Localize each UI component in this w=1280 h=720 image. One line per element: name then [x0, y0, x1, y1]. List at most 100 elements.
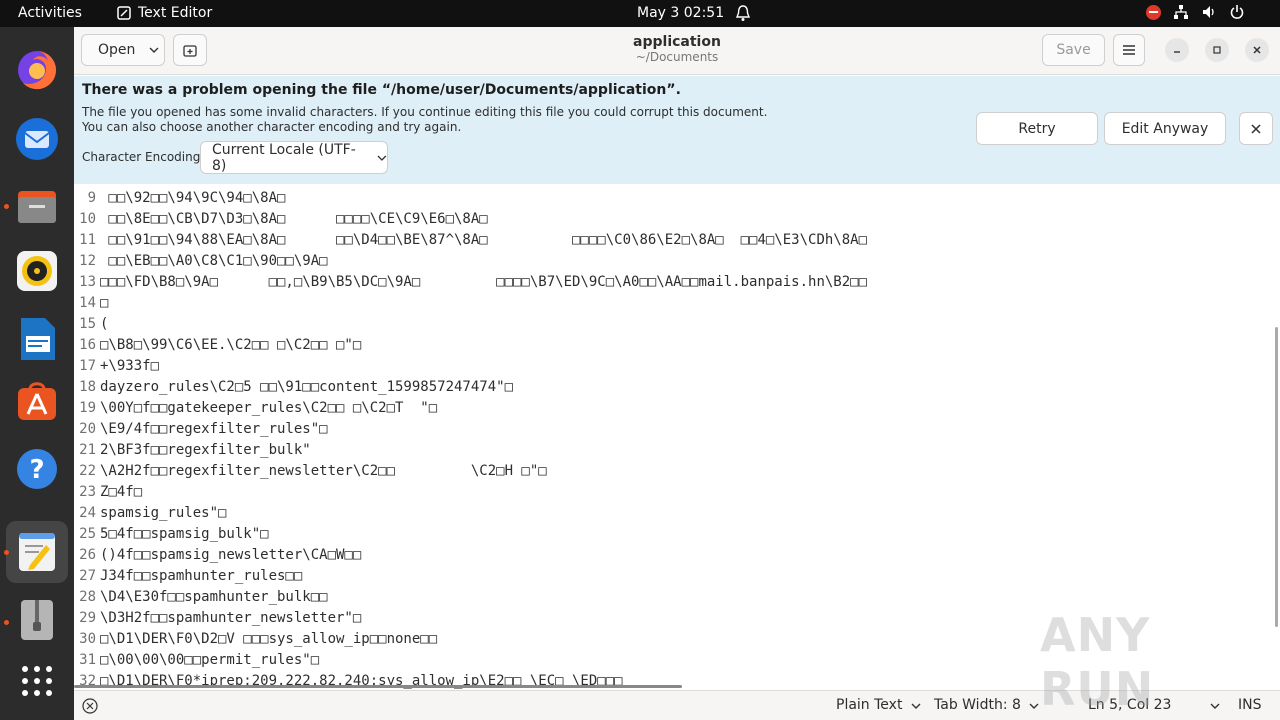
line-number: 18 — [79, 379, 96, 395]
line-number: 31 — [79, 652, 96, 668]
hamburger-menu-icon — [1123, 45, 1135, 55]
text-editor-running-indicator — [4, 550, 9, 555]
rhythmbox-icon[interactable] — [13, 247, 61, 295]
line-number: 11 — [79, 232, 96, 248]
line-content: □\D1\DER\F0\D2□V □□□sys_allow_ip□□none□□ — [100, 631, 438, 647]
line-number: 27 — [79, 568, 96, 584]
line-number: 9 — [87, 190, 96, 206]
infobar-heading: There was a problem opening the file “/h… — [82, 82, 681, 98]
infobar-message-line-2: You can also choose another character en… — [82, 120, 462, 134]
text-editor-icon[interactable] — [6, 521, 68, 583]
thunderbird-icon[interactable] — [13, 115, 61, 163]
save-button[interactable]: Save — [1042, 34, 1105, 66]
line-content: Z□4f□ — [100, 484, 143, 500]
recording-indicator-icon[interactable] — [1146, 4, 1161, 20]
close-icon — [1253, 46, 1261, 54]
line-number: 26 — [79, 547, 96, 563]
line-number: 20 — [79, 421, 96, 437]
system-tray[interactable] — [1146, 4, 1245, 20]
network-icon — [1174, 5, 1188, 19]
minimize-button[interactable] — [1165, 38, 1189, 62]
infobar-message: The file you opened has some invalid cha… — [82, 105, 767, 135]
line-content: spamsig_rules"□ — [100, 505, 227, 521]
line-content: \E9/4f□□regexfilter_rules"□ — [100, 421, 328, 437]
line-content: □\B8□\99\C6\EE.\C2□□ □\C2□□ □"□ — [100, 337, 362, 353]
encoding-value: Current Locale (UTF-8) — [212, 141, 356, 174]
line-number: 22 — [79, 463, 96, 479]
app-center-icon[interactable] — [13, 377, 61, 425]
line-content: □□\91□□\94\88\EA□\8A□ □□\D4□□\BE\87^\8A□… — [100, 232, 868, 248]
line-content: □\00\00\00□□permit_rules"□ — [100, 652, 320, 668]
firefox-icon[interactable] — [13, 46, 61, 94]
clock[interactable]: May 3 02:51 — [637, 5, 724, 21]
line-number: 17 — [79, 358, 96, 374]
line-content: □□\8E□□\CB\D7\D3□\8A□ □□□□\CE\C9\E6□\8A□ — [100, 211, 488, 227]
archive-running-indicator — [4, 620, 9, 625]
line-number: 23 — [79, 484, 96, 500]
infobar-message-line-1: The file you opened has some invalid cha… — [82, 105, 768, 119]
line-content: \D3H2f□□spamhunter_newsletter"□ — [100, 610, 362, 626]
line-number: 29 — [79, 610, 96, 626]
minimize-icon — [1174, 51, 1180, 53]
files-running-indicator — [4, 204, 9, 209]
restore-icon — [1213, 46, 1221, 54]
archive-manager-icon[interactable] — [13, 596, 61, 644]
close-infobar-button[interactable] — [1239, 112, 1273, 145]
text-editor-small-icon — [117, 6, 131, 20]
horizontal-scrollbar[interactable] — [74, 685, 682, 688]
maximize-button[interactable] — [1205, 38, 1229, 62]
chevron-down-icon — [911, 703, 921, 709]
chevron-down-icon — [1029, 703, 1039, 709]
line-number: 24 — [79, 505, 96, 521]
line-number: 14 — [79, 295, 96, 311]
line-number: 15 — [79, 316, 96, 332]
app-name: Text Editor — [138, 5, 213, 21]
line-content: \A2H2f□□regexfilter_newsletter\C2□□ \C2□… — [100, 463, 547, 479]
line-content: ( — [100, 316, 109, 332]
files-icon[interactable] — [13, 183, 61, 231]
encoding-label: Character Encoding: — [82, 150, 205, 164]
dock: ? — [0, 27, 74, 720]
line-content: □□\92□□\94\9C\94□\8A□ — [100, 190, 286, 206]
line-content: dayzero_rules\C2□5 □□\91□□content_159985… — [100, 379, 514, 395]
notification-close-icon[interactable] — [82, 698, 98, 718]
line-number: 28 — [79, 589, 96, 605]
line-content: 5□4f□□spamsig_bulk"□ — [100, 526, 269, 542]
top-bar: Activities Text Editor May 3 02:51 — [0, 0, 1280, 27]
line-number: 10 — [79, 211, 96, 227]
line-number: 12 — [79, 253, 96, 269]
svg-text:?: ? — [29, 455, 44, 485]
header-bar: Open application ~/Documents Save — [74, 27, 1280, 75]
libreoffice-writer-icon[interactable] — [13, 315, 61, 363]
encoding-error-infobar: There was a problem opening the file “/h… — [74, 76, 1280, 184]
retry-button[interactable]: Retry — [976, 112, 1098, 145]
encoding-select[interactable]: Current Locale (UTF-8) — [200, 141, 388, 174]
vertical-scrollbar[interactable] — [1275, 327, 1278, 627]
line-content: □□\EB□□\A0\C8\C1□\90□□\9A□ — [100, 253, 328, 269]
edit-anyway-button[interactable]: Edit Anyway — [1104, 112, 1226, 145]
main-menu-button[interactable] — [1113, 34, 1145, 66]
app-menu[interactable]: Text Editor — [117, 5, 212, 21]
line-content: \D4\E30f□□spamhunter_bulk□□ — [100, 589, 328, 605]
line-number: 13 — [79, 274, 96, 290]
close-icon — [1251, 123, 1261, 134]
line-content: □ — [100, 295, 109, 311]
tab-width-selector[interactable]: Tab Width: 8 — [934, 697, 1039, 713]
line-content: ()4f□□spamsig_newsletter\CA□W□□ — [100, 547, 362, 563]
close-window-button[interactable] — [1245, 38, 1269, 62]
line-content: +\933f□ — [100, 358, 160, 374]
help-icon[interactable]: ? — [13, 445, 61, 493]
bell-icon[interactable] — [735, 4, 751, 26]
line-content: □□□\FD\B8□\9A□ □□,□\B9\B5\DC□\9A□ □□□□\B… — [100, 274, 868, 290]
chevron-down-icon — [377, 155, 387, 161]
line-number: 19 — [79, 400, 96, 416]
line-number: 21 — [79, 442, 96, 458]
line-number: 25 — [79, 526, 96, 542]
show-apps-icon[interactable] — [13, 657, 61, 705]
language-label: Plain Text — [836, 697, 903, 713]
language-selector[interactable]: Plain Text — [836, 697, 921, 713]
tab-width-label: Tab Width: 8 — [934, 697, 1021, 713]
line-content: J34f□□spamhunter_rules□□ — [100, 568, 303, 584]
volume-icon — [1203, 6, 1214, 18]
activities-button[interactable]: Activities — [18, 5, 82, 21]
